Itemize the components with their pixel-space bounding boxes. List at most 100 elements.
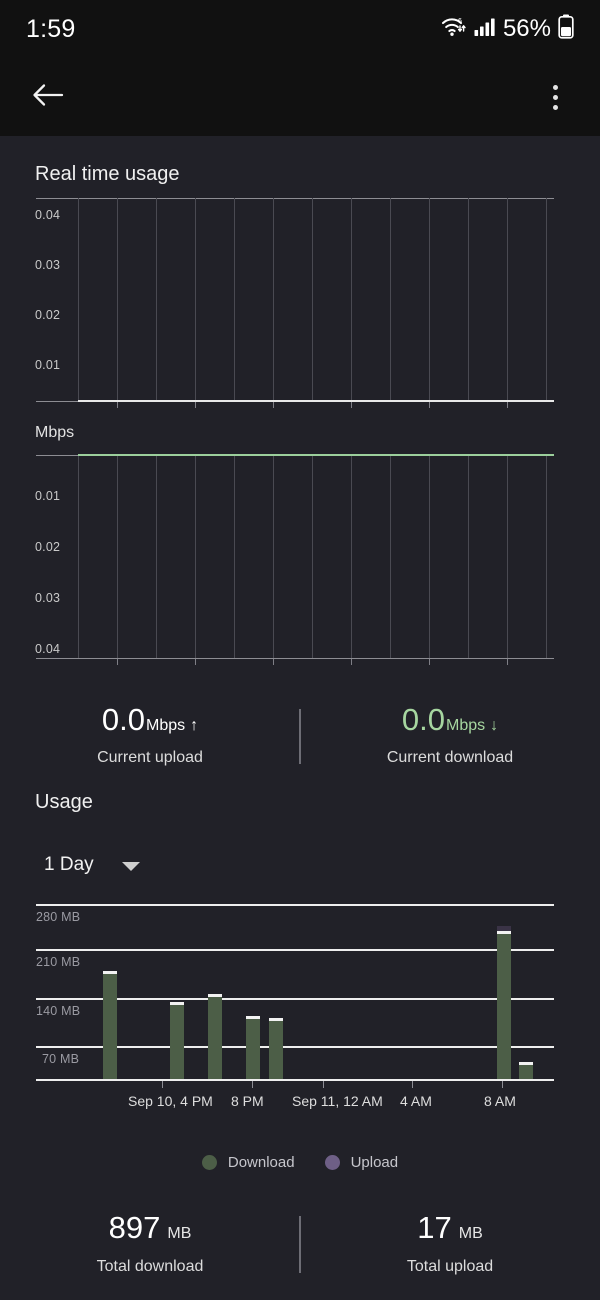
rt-dn-vgrid bbox=[546, 456, 547, 658]
chevron-down-icon bbox=[121, 862, 140, 871]
rt-dn-vgrid bbox=[351, 456, 352, 658]
current-upload-block: 0.0 Mbps ↑ Current upload bbox=[0, 696, 300, 767]
bar-xtick bbox=[162, 1081, 163, 1088]
rt-dn-vgrid bbox=[390, 456, 391, 658]
totals-divider bbox=[299, 1216, 301, 1273]
current-upload-unit: Mbps bbox=[145, 717, 186, 734]
rt-dn-tick bbox=[429, 659, 430, 665]
bar-xlabel-4: 8 AM bbox=[484, 1093, 516, 1109]
total-download-value: 897 bbox=[108, 1210, 161, 1245]
legend-label-upload: Upload bbox=[350, 1154, 399, 1171]
rt-dn-tick bbox=[507, 659, 508, 665]
upload-arrow-icon: ↑ bbox=[190, 717, 199, 734]
rt-up-axis-stub bbox=[36, 401, 80, 402]
current-download-block: 0.0 Mbps ↓ Current download bbox=[300, 696, 600, 767]
rt-dn-ytick-1: 0.02 bbox=[35, 540, 61, 554]
table-row[interactable] bbox=[103, 972, 117, 1079]
total-upload-block: 17 MB Total upload bbox=[300, 1204, 600, 1299]
bar-ylabel-70: 70 MB bbox=[42, 1052, 80, 1066]
rt-up-vgrid bbox=[78, 198, 79, 400]
more-options-button[interactable] bbox=[538, 77, 572, 117]
usage-bar-chart: 280 MB 210 MB 140 MB 70 MB Sep 10, 4 PM … bbox=[0, 904, 600, 1134]
rt-dn-ytick-0: 0.01 bbox=[35, 489, 61, 503]
bar-xlabel-0: Sep 10, 4 PM bbox=[128, 1093, 213, 1109]
status-clock: 1:59 bbox=[26, 14, 76, 43]
table-row[interactable] bbox=[208, 995, 222, 1079]
rt-up-vgrid bbox=[195, 198, 196, 400]
usage-range-label: 1 Day bbox=[44, 854, 94, 875]
total-upload-label: Total upload bbox=[406, 1258, 494, 1275]
rt-up-top-rule bbox=[36, 198, 554, 199]
download-arrow-icon: ↓ bbox=[490, 717, 499, 734]
chart-legend: Download Upload bbox=[0, 1154, 600, 1171]
battery-icon bbox=[558, 14, 574, 44]
rt-dn-vgrid bbox=[234, 456, 235, 658]
rt-up-ytick-1: 0.03 bbox=[35, 258, 61, 272]
rt-upload-line bbox=[78, 400, 554, 402]
cellular-signal-icon bbox=[474, 17, 496, 42]
bar-cap bbox=[246, 1016, 260, 1019]
rt-dn-ytick-3: 0.04 bbox=[35, 642, 61, 656]
rt-dn-vgrid bbox=[468, 456, 469, 658]
bar-xlabel-2: Sep 11, 12 AM bbox=[292, 1093, 383, 1109]
rt-up-vgrid bbox=[273, 198, 274, 400]
usage-title: Usage bbox=[35, 791, 93, 813]
bar-xlabel-1: 8 PM bbox=[231, 1093, 264, 1109]
rt-dn-axis-stub bbox=[36, 455, 80, 456]
rt-dn-tick bbox=[117, 659, 118, 665]
rt-up-ytick-3: 0.01 bbox=[35, 358, 61, 372]
table-row[interactable] bbox=[519, 1063, 533, 1079]
bar-cap bbox=[269, 1018, 283, 1021]
bar-xtick bbox=[252, 1081, 253, 1088]
rt-up-ytick-0: 0.04 bbox=[35, 208, 61, 222]
rt-dn-vgrid bbox=[117, 456, 118, 658]
bar-ylabel-210: 210 MB bbox=[36, 955, 81, 969]
current-upload-label: Current upload bbox=[97, 749, 203, 766]
rt-dn-tick bbox=[273, 659, 274, 665]
bar-baseline bbox=[36, 1079, 554, 1081]
upload-legend-dot-icon bbox=[324, 1155, 340, 1170]
table-row[interactable] bbox=[497, 932, 511, 1079]
rt-up-tick bbox=[273, 402, 274, 408]
svg-text:6: 6 bbox=[458, 18, 462, 25]
realtime-usage-section: Real time usage 0.04 0.03 0.02 0.01 Mbps… bbox=[0, 136, 600, 676]
rt-dn-vgrid bbox=[195, 456, 196, 658]
legend-item-upload: Upload bbox=[324, 1154, 399, 1171]
rt-dn-vgrid bbox=[312, 456, 313, 658]
total-upload-value: 17 bbox=[417, 1210, 452, 1245]
rt-dn-vgrid bbox=[507, 456, 508, 658]
current-download-value: 0.0 bbox=[401, 702, 445, 737]
realtime-unit-label: Mbps bbox=[35, 424, 75, 441]
rt-up-vgrid bbox=[468, 198, 469, 400]
rt-up-vgrid bbox=[351, 198, 352, 400]
bar-gridline-280 bbox=[36, 904, 554, 906]
rt-dn-bottom-rule bbox=[36, 658, 554, 659]
table-row[interactable] bbox=[269, 1019, 283, 1079]
rt-up-vgrid bbox=[507, 198, 508, 400]
current-upload-value: 0.0 bbox=[101, 702, 145, 737]
bar-xtick bbox=[412, 1081, 413, 1088]
back-arrow-icon bbox=[32, 82, 64, 113]
usage-range-dropdown[interactable]: 1 Day bbox=[44, 854, 140, 876]
download-legend-dot-icon bbox=[201, 1155, 217, 1170]
legend-label-download: Download bbox=[227, 1154, 295, 1171]
more-vertical-icon bbox=[552, 84, 558, 90]
app-bar bbox=[0, 58, 600, 136]
rt-up-vgrid bbox=[429, 198, 430, 400]
rt-up-ytick-2: 0.02 bbox=[35, 308, 61, 322]
bar-xtick bbox=[323, 1081, 324, 1088]
battery-percent-label: 56% bbox=[502, 15, 551, 42]
rt-up-vgrid bbox=[312, 198, 313, 400]
status-icons: 6 56% bbox=[441, 14, 574, 44]
bar-cap bbox=[208, 994, 222, 997]
back-button[interactable] bbox=[28, 77, 68, 117]
table-row[interactable] bbox=[170, 1003, 184, 1079]
bar-cap bbox=[103, 971, 117, 974]
bar-cap bbox=[170, 1002, 184, 1005]
rt-dn-tick bbox=[195, 659, 196, 665]
total-download-unit: MB bbox=[167, 1225, 192, 1242]
rt-up-vgrid bbox=[390, 198, 391, 400]
realtime-usage-title: Real time usage bbox=[35, 163, 180, 185]
table-row[interactable] bbox=[246, 1017, 260, 1079]
bar-cap bbox=[519, 1062, 533, 1065]
